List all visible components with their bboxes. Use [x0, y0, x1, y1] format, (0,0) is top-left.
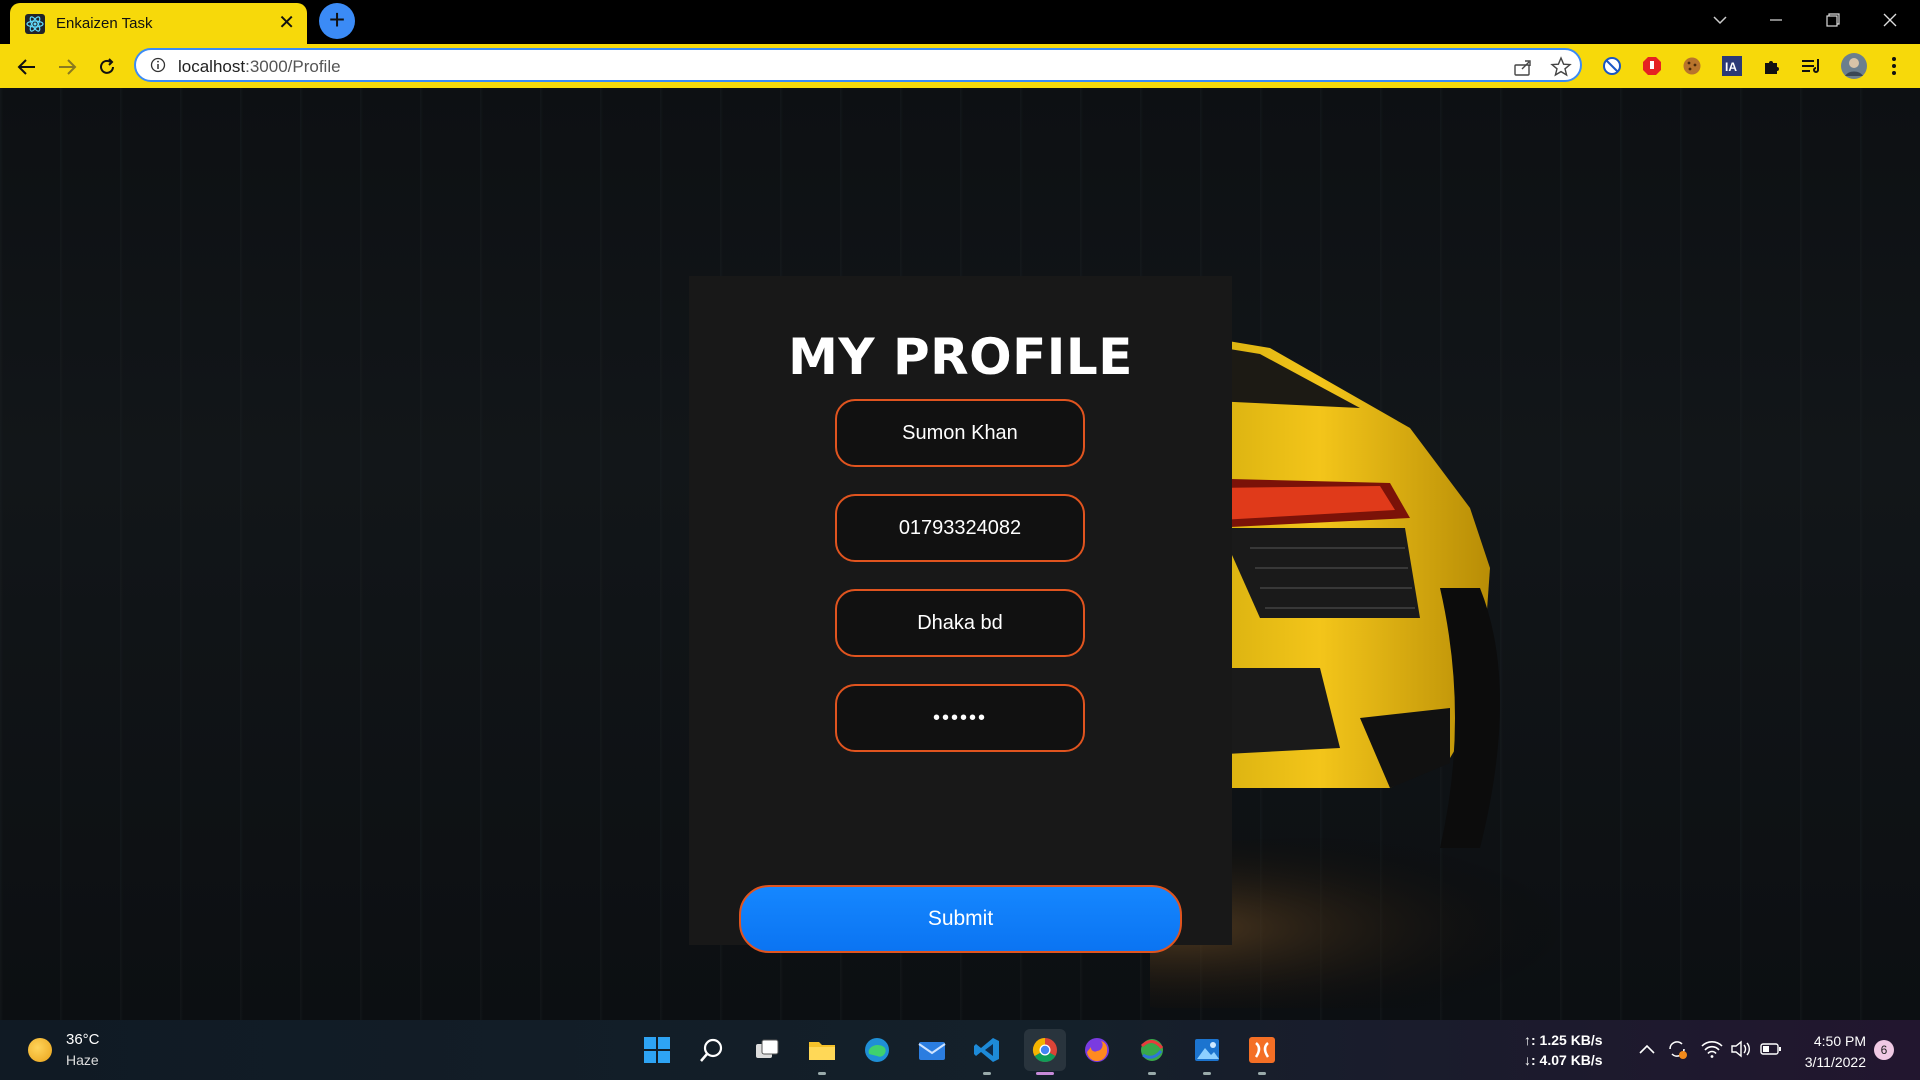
adblock-extension-icon[interactable]: [1640, 54, 1664, 78]
site-info-icon[interactable]: [150, 57, 166, 73]
upload-speed: ↑: 1.25 KB/s: [1524, 1032, 1603, 1048]
running-indicator: [1203, 1072, 1211, 1075]
running-indicator: [983, 1072, 991, 1075]
address-bar[interactable]: localhost:3000/Profile: [134, 48, 1582, 82]
photoscape-icon[interactable]: [1134, 1032, 1170, 1068]
share-icon[interactable]: [1512, 56, 1534, 78]
name-input[interactable]: [835, 399, 1085, 467]
notification-badge[interactable]: 6: [1874, 1040, 1894, 1060]
url-path: :3000/Profile: [245, 57, 341, 76]
tab-title: Enkaizen Task: [56, 15, 153, 32]
running-indicator: [1258, 1072, 1266, 1075]
volume-icon[interactable]: [1730, 1038, 1752, 1060]
cookie-extension-icon[interactable]: [1680, 54, 1704, 78]
mail-icon[interactable]: [914, 1032, 950, 1068]
running-indicator: [818, 1072, 826, 1075]
firefox-icon[interactable]: [1079, 1032, 1115, 1068]
react-favicon-icon: [24, 13, 46, 35]
close-window-icon[interactable]: [1862, 0, 1918, 40]
system-clock[interactable]: 4:50 PM 3/11/2022: [1805, 1031, 1866, 1073]
battery-icon[interactable]: [1760, 1038, 1782, 1060]
weather-temperature[interactable]: 36°C: [66, 1031, 100, 1048]
chevron-up-icon[interactable]: [1636, 1038, 1658, 1060]
sun-haze-icon[interactable]: [28, 1038, 52, 1062]
tab-close-icon[interactable]: ✕: [278, 12, 295, 34]
profile-page: MY PROFILE Submit: [0, 88, 1920, 1020]
wifi-icon[interactable]: [1701, 1038, 1723, 1060]
phone-input[interactable]: [835, 494, 1085, 562]
chrome-icon[interactable]: [1024, 1029, 1066, 1071]
forward-arrow-icon[interactable]: [52, 52, 82, 82]
clock-date: 3/11/2022: [1804, 1054, 1866, 1070]
start-icon[interactable]: [639, 1032, 675, 1068]
tab-search-icon[interactable]: [1692, 0, 1748, 40]
ia-extension-icon[interactable]: IA: [1720, 54, 1744, 78]
url-text: localhost:3000/Profile: [178, 57, 341, 77]
bookmark-star-icon[interactable]: [1550, 56, 1572, 78]
xampp-icon[interactable]: [1244, 1032, 1280, 1068]
submit-button[interactable]: Submit: [739, 885, 1182, 953]
photos-icon[interactable]: [1189, 1032, 1225, 1068]
windows-taskbar: 36°C Haze ↑: 1.25 KB/s ↓: 4.07 KB/s 4:50…: [0, 1020, 1920, 1080]
reading-list-icon[interactable]: [1800, 54, 1824, 78]
clock-time: 4:50 PM: [1813, 1033, 1866, 1049]
page-title: MY PROFILE: [788, 328, 1133, 386]
profile-avatar[interactable]: [1840, 52, 1868, 80]
extensions-puzzle-icon[interactable]: [1760, 54, 1784, 78]
browser-tab-strip: Enkaizen Task ✕ +: [0, 0, 1920, 44]
active-indicator: [1036, 1072, 1054, 1075]
svg-text:IA: IA: [1725, 60, 1737, 74]
weather-condition[interactable]: Haze: [66, 1052, 99, 1068]
file-explorer-icon[interactable]: [804, 1032, 840, 1068]
back-arrow-icon[interactable]: [12, 52, 42, 82]
edge-browser-icon[interactable]: [859, 1032, 895, 1068]
reload-icon[interactable]: [92, 52, 122, 82]
minimize-icon[interactable]: [1748, 0, 1804, 40]
password-input[interactable]: [835, 684, 1085, 752]
vscode-icon[interactable]: [969, 1032, 1005, 1068]
tab-enkaizen-task[interactable]: Enkaizen Task ✕: [10, 3, 307, 44]
url-host: localhost: [178, 57, 246, 76]
browser-menu-icon[interactable]: [1882, 54, 1906, 78]
download-speed: ↓: 4.07 KB/s: [1524, 1052, 1603, 1068]
running-indicator: [1148, 1072, 1156, 1075]
address-input[interactable]: [835, 589, 1085, 657]
restore-icon[interactable]: [1805, 0, 1861, 40]
search-icon[interactable]: [694, 1032, 730, 1068]
task-view-icon[interactable]: [749, 1032, 785, 1068]
new-tab-button[interactable]: +: [319, 3, 355, 39]
browser-toolbar: localhost:3000/Profile IA: [0, 44, 1920, 88]
profile-card: MY PROFILE Submit: [689, 276, 1232, 953]
sync-icon[interactable]: [1666, 1038, 1688, 1060]
block-extension-icon[interactable]: [1600, 54, 1624, 78]
